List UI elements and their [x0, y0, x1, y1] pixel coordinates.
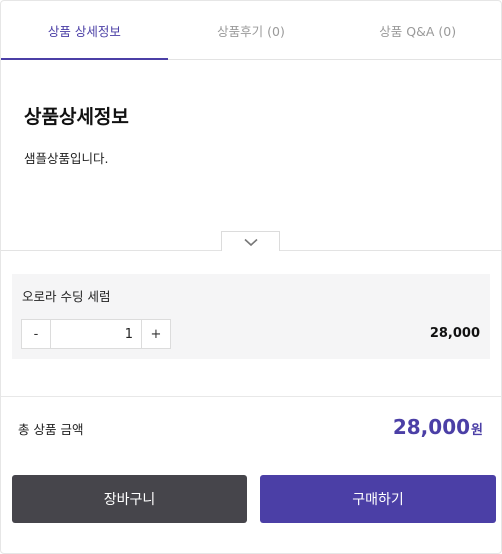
- selected-option-box: 오로라 수딩 세럼 - + 28,000: [12, 274, 490, 359]
- product-detail-panel: 상품 상세정보 상품후기 (0) 상품 Q&A (0) 상품상세정보 샘플상품입…: [0, 0, 502, 554]
- option-price: 28,000: [429, 326, 480, 341]
- detail-description: 샘플상품입니다.: [24, 151, 109, 166]
- expand-detail-button[interactable]: [221, 231, 280, 251]
- quantity-stepper: - +: [21, 319, 171, 349]
- total-currency-unit: 원: [471, 423, 483, 438]
- add-to-cart-button[interactable]: 장바구니: [12, 475, 247, 523]
- quantity-input[interactable]: [51, 320, 141, 348]
- total-price: 28,000 원: [393, 415, 483, 439]
- tab-reviews[interactable]: 상품후기 (0): [168, 1, 335, 59]
- detail-title: 상품상세정보: [24, 106, 129, 128]
- chevron-down-icon: [243, 232, 258, 251]
- tab-bar: 상품 상세정보 상품후기 (0) 상품 Q&A (0): [1, 1, 501, 60]
- buy-now-button[interactable]: 구매하기: [260, 475, 496, 523]
- increase-quantity-button[interactable]: +: [141, 320, 170, 348]
- total-amount: 28,000: [392, 415, 471, 439]
- total-label: 총 상품 금액: [18, 422, 84, 437]
- total-divider: [1, 396, 501, 397]
- option-name: 오로라 수딩 세럼: [22, 289, 111, 304]
- tab-qna[interactable]: 상품 Q&A (0): [334, 1, 501, 59]
- tab-product-detail[interactable]: 상품 상세정보: [1, 1, 168, 60]
- decrease-quantity-button[interactable]: -: [22, 320, 51, 348]
